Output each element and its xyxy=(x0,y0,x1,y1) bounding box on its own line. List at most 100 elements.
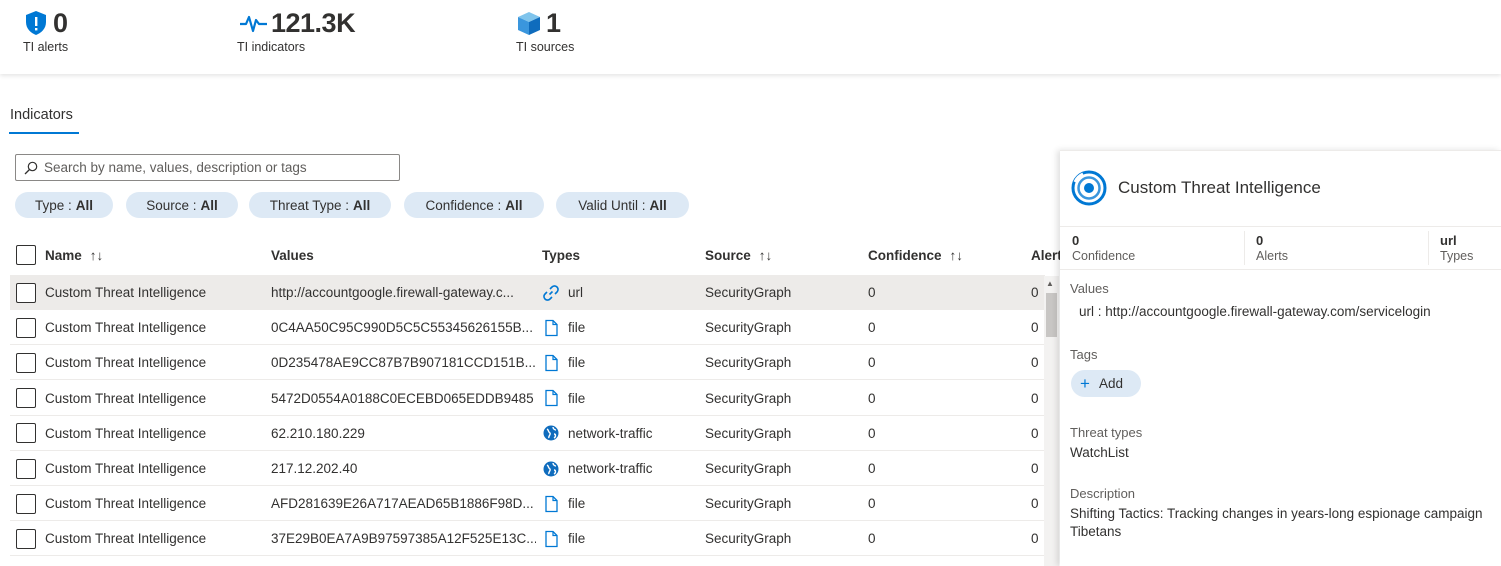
tab-indicators[interactable]: Indicators xyxy=(10,107,73,123)
sort-icon[interactable]: ↑↓ xyxy=(759,248,773,263)
ti-sources-label: TI sources xyxy=(516,40,575,54)
ti-alerts-count: 0 xyxy=(53,7,68,38)
search-box[interactable] xyxy=(15,154,400,181)
metric-ti-sources[interactable]: 1 TI sources xyxy=(516,6,575,55)
cell-type: file xyxy=(542,486,702,521)
column-header-values[interactable]: Values xyxy=(271,236,314,274)
stats-divider xyxy=(1060,269,1501,270)
column-header-name[interactable]: Name ↑↓ xyxy=(45,236,103,274)
cell-source: SecurityGraph xyxy=(705,531,792,547)
stat-confidence-value: 0 xyxy=(1072,233,1080,248)
cell-source: SecurityGraph xyxy=(705,355,792,371)
filter-threat-type[interactable]: Threat Type : All xyxy=(249,192,391,218)
threat-intelligence-icon xyxy=(1071,170,1107,206)
tab-indicator-underline xyxy=(9,132,79,134)
cell-alerts: 0 xyxy=(1031,531,1039,547)
filter-confidence[interactable]: Confidence : All xyxy=(404,192,544,218)
stat-types-value: url xyxy=(1440,233,1457,248)
cell-values: 0C4AA50C95C990D5C5C55345626155B... xyxy=(271,320,533,336)
cell-values: 62.210.180.229 xyxy=(271,425,365,441)
threat-types-value: WatchList xyxy=(1070,445,1129,460)
table-row[interactable]: Custom Threat Intelligence 62.210.180.229… xyxy=(10,416,1045,451)
table-row[interactable]: Custom Threat Intelligence http://account… xyxy=(10,275,1045,310)
add-tag-button[interactable]: + Add xyxy=(1071,370,1141,397)
filter-type-label: Type : xyxy=(34,197,72,213)
column-header-alerts[interactable]: Alert xyxy=(1031,236,1062,274)
search-input[interactable] xyxy=(44,160,384,175)
stat-types: url Types xyxy=(1440,233,1473,263)
filter-valid-until-value: All xyxy=(649,197,667,213)
column-source-label: Source xyxy=(705,247,751,263)
scrollbar-thumb[interactable] xyxy=(1046,293,1057,337)
select-all-checkbox[interactable] xyxy=(16,236,36,274)
filter-type-value: All xyxy=(75,197,94,213)
cell-confidence: 0 xyxy=(868,531,876,547)
table-row[interactable]: Custom Threat Intelligence 5472D0554A0188… xyxy=(10,381,1045,416)
column-header-source[interactable]: Source ↑↓ xyxy=(705,236,772,274)
metric-ti-indicators[interactable]: 121.3K TI indicators xyxy=(237,6,356,55)
cell-source: SecurityGraph xyxy=(705,425,792,441)
cell-type-label: url xyxy=(568,285,584,300)
cell-confidence: 0 xyxy=(868,355,876,371)
table-row[interactable]: Custom Threat Intelligence 217.12.202.40 n… xyxy=(10,451,1045,486)
column-name-label: Name xyxy=(45,247,82,263)
cell-type-label: file xyxy=(568,320,586,336)
row-checkbox[interactable] xyxy=(16,416,36,451)
description-text-line-2: Tibetans xyxy=(1070,524,1122,539)
cell-source: SecurityGraph xyxy=(705,285,792,300)
cell-source: SecurityGraph xyxy=(705,390,792,406)
row-checkbox[interactable] xyxy=(16,310,36,345)
details-pane: Custom Threat Intelligence 0 Confidence … xyxy=(1060,150,1501,566)
metric-ti-alerts[interactable]: 0 TI alerts xyxy=(23,6,68,55)
cell-type-label: file xyxy=(568,355,586,371)
globe-icon xyxy=(542,460,568,478)
row-checkbox[interactable] xyxy=(16,486,36,521)
cell-type: url xyxy=(542,275,702,310)
column-header-confidence[interactable]: Confidence ↑↓ xyxy=(868,236,963,274)
table-row[interactable]: Custom Threat Intelligence 37E29B0EA7A9B9… xyxy=(10,521,1045,557)
cell-alerts: 0 xyxy=(1031,461,1039,476)
column-confidence-label: Confidence xyxy=(868,247,942,263)
cell-type-label: file xyxy=(568,531,586,547)
cell-values: AFD281639E26A717AEAD65B1886F98D... xyxy=(271,496,534,512)
stat-confidence-label: Confidence xyxy=(1072,249,1136,263)
sort-icon[interactable]: ↑↓ xyxy=(90,248,104,263)
row-checkbox[interactable] xyxy=(16,451,36,486)
sort-icon[interactable]: ↑↓ xyxy=(950,248,964,263)
row-checkbox[interactable] xyxy=(16,521,36,556)
cell-source: SecurityGraph xyxy=(705,496,792,512)
link-icon xyxy=(542,284,568,302)
file-icon xyxy=(542,530,568,548)
row-checkbox[interactable] xyxy=(16,381,36,416)
cell-confidence: 0 xyxy=(868,425,876,441)
filter-type[interactable]: Type : All xyxy=(15,192,113,218)
filter-source-value: All xyxy=(200,197,218,213)
stat-alerts-label: Alerts xyxy=(1256,249,1288,263)
cell-name: Custom Threat Intelligence xyxy=(45,355,207,371)
cell-type: network-traffic xyxy=(542,451,702,486)
scroll-up-icon[interactable]: ▲ xyxy=(1046,279,1054,288)
row-checkbox[interactable] xyxy=(16,345,36,380)
values-text: url : http://accountgoogle.firewall-gate… xyxy=(1079,304,1431,319)
filter-valid-until[interactable]: Valid Until : All xyxy=(556,192,689,218)
file-icon xyxy=(542,389,568,407)
stat-divider xyxy=(1428,231,1429,265)
table-row[interactable]: Custom Threat Intelligence AFD281639E26A7… xyxy=(10,486,1045,522)
row-checkbox[interactable] xyxy=(16,275,36,310)
stat-alerts: 0 Alerts xyxy=(1256,233,1288,263)
cell-values: 37E29B0EA7A9B97597385A12F525E13C... xyxy=(271,531,536,547)
filter-source[interactable]: Source : All xyxy=(126,192,238,218)
plus-icon: + xyxy=(1080,374,1090,393)
cell-type-label: file xyxy=(568,496,586,512)
ti-indicators-label: TI indicators xyxy=(237,40,306,54)
cell-alerts: 0 xyxy=(1031,285,1039,300)
metrics-bar: 0 TI alerts 121.3K TI indicators 1 TI so… xyxy=(0,0,1501,74)
description-label: Description xyxy=(1070,486,1136,501)
filter-threat-type-value: All xyxy=(353,197,371,213)
filter-valid-until-label: Valid Until : xyxy=(578,197,646,213)
cell-alerts: 0 xyxy=(1031,425,1039,441)
table-row[interactable]: Custom Threat Intelligence 0D235478AE9CC8… xyxy=(10,345,1045,381)
filter-confidence-value: All xyxy=(505,197,523,213)
table-row[interactable]: Custom Threat Intelligence 0C4AA50C95C990… xyxy=(10,310,1045,346)
column-header-types[interactable]: Types xyxy=(542,236,580,274)
